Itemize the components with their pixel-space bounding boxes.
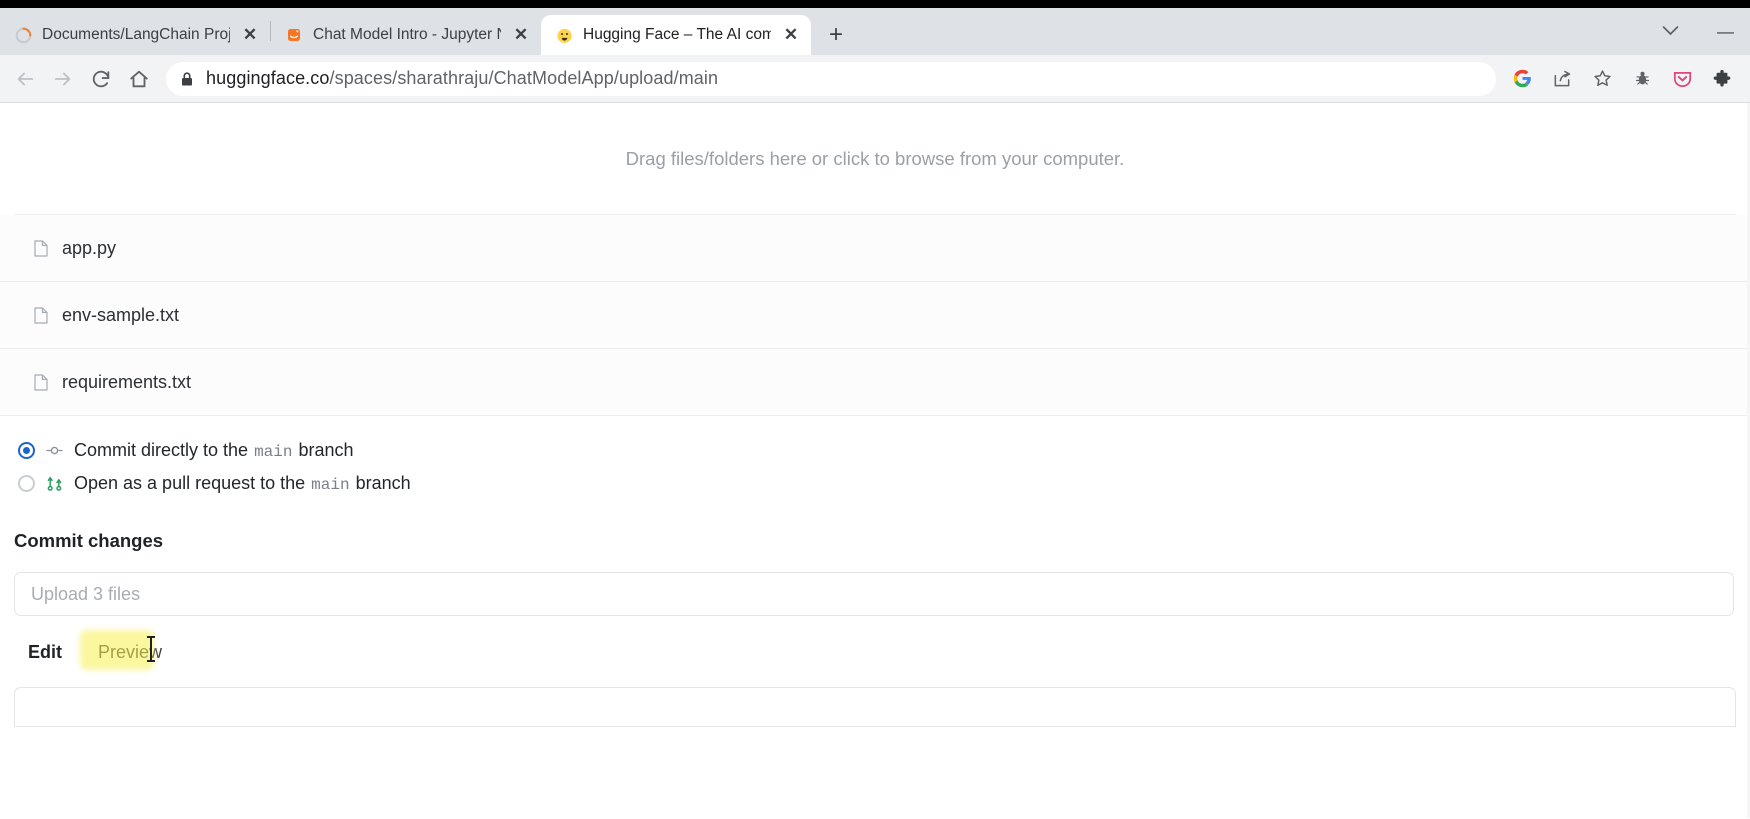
back-button[interactable] — [6, 60, 44, 98]
browser-tab-langchain[interactable]: Documents/LangChain Projects/ ✕ — [0, 15, 270, 55]
window-minimize-button[interactable]: — — [1707, 22, 1744, 42]
file-name: env-sample.txt — [62, 304, 180, 325]
branch-name: main — [311, 476, 350, 494]
editor-tab-bar: Edit Preview — [0, 616, 1750, 670]
radio-open-pull-request[interactable]: Open as a pull request to the main branc… — [0, 467, 1750, 500]
browser-tab-huggingface[interactable]: Hugging Face – The AI communi ✕ — [541, 15, 811, 55]
browser-window: Documents/LangChain Projects/ ✕ Chat Mod… — [0, 0, 1750, 819]
url-text: huggingface.co/spaces/sharathraju/ChatMo… — [206, 68, 718, 89]
commit-summary-placeholder: Upload 3 files — [31, 583, 141, 604]
toolbar-icon-group — [1504, 61, 1744, 97]
new-tab-button[interactable]: + — [819, 18, 853, 52]
radio-label: Commit directly to the main branch — [74, 440, 354, 461]
dropzone-text: Drag files/folders here or click to brow… — [625, 147, 1125, 169]
tab-preview[interactable]: Preview — [88, 636, 172, 669]
commit-node-icon — [46, 442, 63, 459]
file-name: app.py — [62, 237, 117, 258]
address-bar[interactable]: huggingface.co/spaces/sharathraju/ChatMo… — [166, 61, 1496, 96]
huggingface-icon — [555, 26, 573, 44]
file-icon — [34, 306, 48, 324]
uploaded-file-list: app.py env-sample.txt requirements.txt — [0, 215, 1750, 416]
window-top-strip — [0, 0, 1750, 8]
label-suffix: branch — [298, 440, 354, 460]
pocket-icon[interactable] — [1664, 61, 1700, 97]
jupyter-icon — [285, 26, 303, 44]
file-dropzone[interactable]: Drag files/folders here or click to brow… — [14, 103, 1736, 215]
tab-close-icon[interactable]: ✕ — [240, 25, 260, 45]
bug-icon[interactable] — [1624, 61, 1660, 97]
label-prefix: Open as a pull request to the — [74, 473, 306, 493]
home-button[interactable] — [120, 60, 158, 98]
branch-option-group: Commit directly to the main branch Open … — [0, 416, 1750, 510]
spinner-icon — [14, 26, 32, 44]
text-cursor-icon — [147, 636, 155, 662]
tab-strip-controls: — — [1652, 8, 1750, 55]
tab-strip: Documents/LangChain Projects/ ✕ Chat Mod… — [0, 8, 1750, 55]
google-icon[interactable] — [1504, 61, 1540, 97]
tab-title: Documents/LangChain Projects/ — [42, 26, 230, 43]
radio-button[interactable] — [18, 442, 35, 459]
extensions-puzzle-icon[interactable] — [1704, 61, 1740, 97]
reload-button[interactable] — [82, 60, 120, 98]
commit-changes-section: Commit changes Upload 3 files — [0, 510, 1750, 616]
page-content: Drag files/folders here or click to brow… — [0, 103, 1750, 818]
url-host: huggingface.co — [206, 68, 330, 88]
url-path: /spaces/sharathraju/ChatModelApp/upload/… — [329, 68, 719, 88]
browser-toolbar: huggingface.co/spaces/sharathraju/ChatMo… — [0, 55, 1750, 103]
share-icon[interactable] — [1544, 61, 1580, 97]
tab-edit[interactable]: Edit — [18, 636, 72, 669]
file-name: requirements.txt — [62, 371, 192, 392]
commit-summary-input[interactable]: Upload 3 files — [14, 572, 1734, 616]
radio-commit-directly[interactable]: Commit directly to the main branch — [0, 434, 1750, 467]
browser-tab-jupyter[interactable]: Chat Model Intro - Jupyter Notes ✕ — [271, 15, 541, 55]
tab-title: Hugging Face – The AI communi — [583, 26, 771, 43]
list-item[interactable]: requirements.txt — [0, 349, 1750, 416]
bookmark-star-icon[interactable] — [1584, 61, 1620, 97]
tab-close-icon[interactable]: ✕ — [781, 25, 801, 45]
label-prefix: Commit directly to the — [74, 440, 249, 460]
file-icon — [34, 239, 48, 257]
page-title: Commit changes — [14, 530, 164, 551]
list-item[interactable]: app.py — [0, 215, 1750, 282]
branch-name: main — [254, 443, 293, 461]
file-icon — [34, 373, 48, 391]
list-item[interactable]: env-sample.txt — [0, 282, 1750, 349]
forward-button[interactable] — [44, 60, 82, 98]
radio-label: Open as a pull request to the main branc… — [74, 473, 411, 494]
tab-close-icon[interactable]: ✕ — [511, 25, 531, 45]
pull-request-icon — [46, 475, 63, 492]
label-suffix: branch — [355, 473, 411, 493]
lock-icon — [180, 71, 194, 87]
tab-title: Chat Model Intro - Jupyter Notes — [313, 26, 501, 43]
radio-button[interactable] — [18, 475, 35, 492]
chevron-down-icon[interactable] — [1652, 23, 1689, 41]
commit-description-editor[interactable] — [14, 687, 1736, 727]
